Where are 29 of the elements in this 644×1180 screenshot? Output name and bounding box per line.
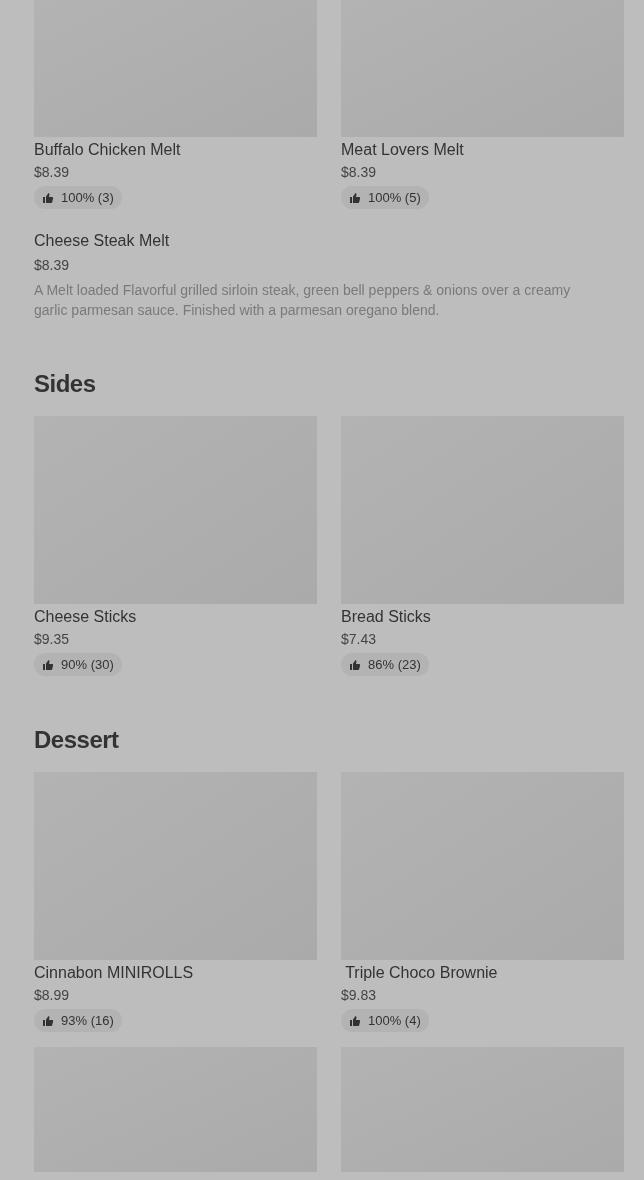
thumbs-up-icon: [349, 658, 361, 671]
item-name[interactable]: Cheese Sticks: [34, 608, 317, 626]
section-heading: Sides: [34, 369, 97, 399]
item-name[interactable]: Triple Choco Brownie: [341, 964, 624, 982]
rating-badge: 100% (4): [341, 1009, 429, 1032]
item-name[interactable]: Bread Sticks: [341, 608, 624, 626]
item-price: $9.83: [341, 987, 378, 1003]
thumbs-up-icon: [42, 658, 54, 671]
item-name[interactable]: Meat Lovers Melt: [341, 141, 624, 159]
rating-badge: 100% (5): [341, 186, 429, 209]
item-description: A Melt loaded Flavorful grilled sirloin steak, green bell peppers & onions over a creamy garlic parmesan sauce. Finished with a parmesan oregano blend.: [34, 281, 572, 320]
item-price: $9.35: [34, 631, 71, 647]
thumbs-up-icon: [349, 191, 361, 204]
rating-badge: 90% (30): [34, 653, 122, 676]
section-heading: Dessert: [34, 725, 120, 755]
item-price: $8.99: [34, 987, 71, 1003]
item-price: $8.39: [341, 164, 378, 180]
rating-badge: 93% (16): [34, 1009, 122, 1032]
rating-badge: 86% (23): [341, 653, 429, 676]
rating-badge: 100% (3): [34, 186, 122, 209]
item-name[interactable]: Cinnabon MINIROLLS: [34, 964, 317, 982]
thumbs-up-icon: [42, 191, 54, 204]
item-price: $7.43: [341, 631, 378, 647]
thumbs-up-icon: [42, 1014, 54, 1027]
item-name[interactable]: Cheese Steak Melt: [34, 232, 624, 250]
item-name[interactable]: Buffalo Chicken Melt: [34, 141, 317, 159]
thumbs-up-icon: [349, 1014, 361, 1027]
item-price: $8.39: [34, 257, 71, 273]
item-price: $8.39: [34, 164, 71, 180]
